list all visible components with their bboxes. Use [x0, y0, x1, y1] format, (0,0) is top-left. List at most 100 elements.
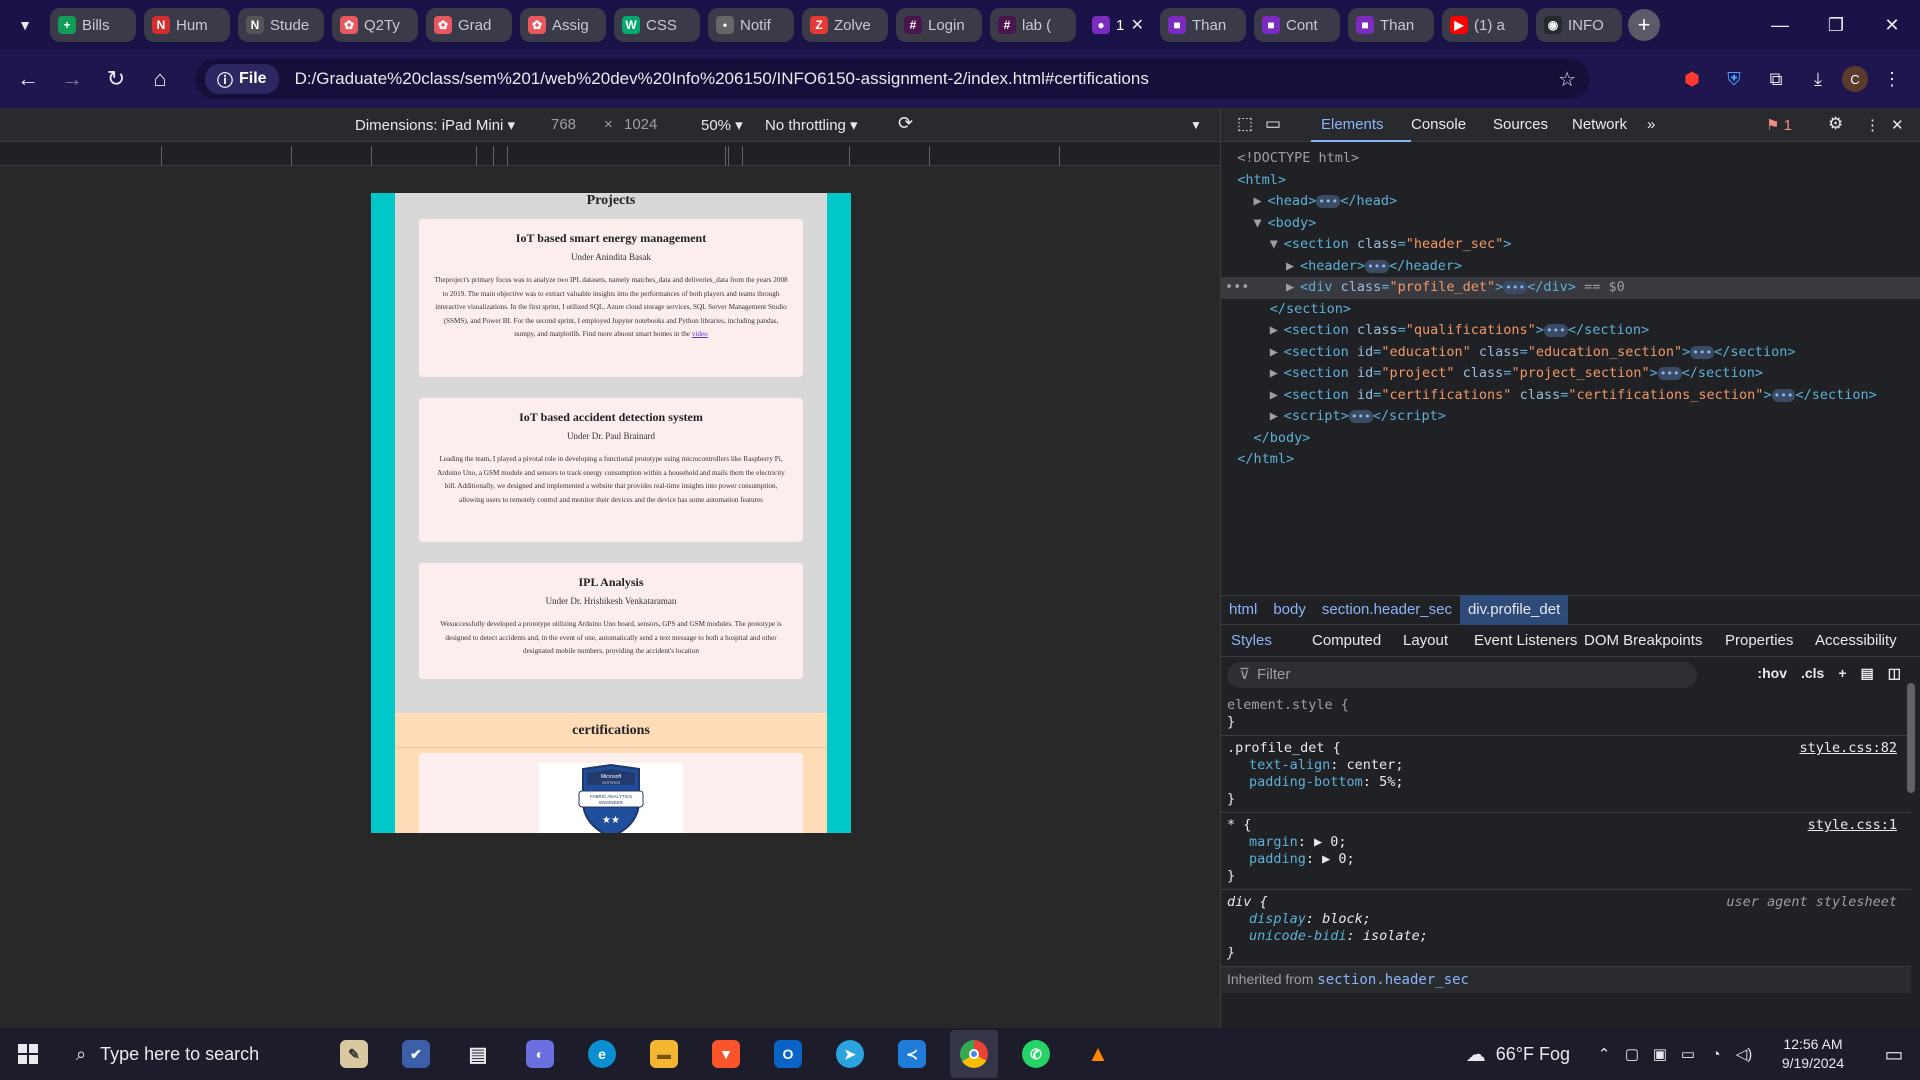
notification-center-icon[interactable]: ▭	[1868, 1042, 1920, 1067]
wifi-icon[interactable]: ◔	[1702, 1046, 1730, 1063]
cls-toggle[interactable]: .cls	[1801, 665, 1824, 682]
browser-tab[interactable]: Z Zolve	[802, 8, 888, 42]
taskbar-search[interactable]: ⌕ Type here to search	[60, 1028, 320, 1080]
video-link[interactable]: video	[692, 330, 708, 338]
browser-tab[interactable]: N Stude	[238, 8, 324, 42]
rule-source-link[interactable]: style.css:82	[1799, 740, 1897, 757]
back-icon[interactable]: ←	[6, 57, 50, 101]
close-tab-icon[interactable]: ✕	[1131, 15, 1144, 35]
media-query-ruler[interactable]	[0, 142, 1220, 166]
styles-scrollbar[interactable]	[1906, 663, 1916, 1008]
height-input[interactable]: 1024	[624, 116, 657, 133]
browser-tab[interactable]: ■ Cont	[1254, 8, 1340, 42]
css-property[interactable]: padding: ▶ 0;	[1227, 851, 1905, 868]
tab-properties[interactable]: Properties	[1725, 632, 1793, 649]
volume-icon[interactable]: ◁)	[1730, 1045, 1758, 1063]
css-property[interactable]: display: block;	[1227, 911, 1905, 928]
address-bar[interactable]: ⓘ File D:/Graduate%20class/sem%201/web%2…	[195, 59, 1590, 99]
clock[interactable]: 12:56 AM 9/19/2024	[1758, 1035, 1868, 1073]
dom-node[interactable]: </section>	[1221, 299, 1920, 321]
weather-widget[interactable]: ☁ 66°F Fog	[1466, 1042, 1570, 1067]
telegram-icon[interactable]: ➤	[826, 1030, 874, 1078]
chevron-up-icon[interactable]: ⌃	[1590, 1045, 1618, 1063]
tab-accessibility[interactable]: Accessibility	[1815, 632, 1897, 649]
style-rule[interactable]: div { user agent stylesheet display: blo…	[1221, 890, 1911, 967]
filter-input[interactable]: ⊽ Filter	[1227, 662, 1697, 688]
tab-event-listeners[interactable]: Event Listeners	[1474, 632, 1577, 649]
rule-source-link[interactable]: style.css:1	[1808, 817, 1897, 834]
copilot-icon[interactable]: ◐	[516, 1030, 564, 1078]
inherited-link[interactable]: section.header_sec	[1317, 972, 1469, 988]
browser-tab[interactable]: ✿ Assig	[520, 8, 606, 42]
paint-icon[interactable]: ▤	[1861, 665, 1874, 682]
settings-gear-icon[interactable]: ⚙	[1828, 114, 1843, 134]
dom-node[interactable]: ▶ <script> ••• </script>	[1221, 406, 1920, 428]
dom-node[interactable]: ▼ <section class="header_sec">	[1221, 234, 1920, 256]
browser-tab[interactable]: N Hum	[144, 8, 230, 42]
tab-elements[interactable]: Elements	[1321, 116, 1384, 133]
device-options-icon[interactable]: ▼	[1190, 118, 1202, 132]
dimensions-dropdown[interactable]: Dimensions: iPad Mini ▾	[355, 116, 515, 134]
tab-layout[interactable]: Layout	[1403, 632, 1448, 649]
browser-tab[interactable]: • Notif	[708, 8, 794, 42]
battery-icon[interactable]: ▭	[1674, 1045, 1702, 1063]
browser-tab[interactable]: ◉ INFO	[1536, 8, 1622, 42]
zoom-dropdown[interactable]: 50% ▾	[701, 116, 743, 134]
tab-network[interactable]: Network	[1572, 116, 1627, 133]
tab-styles[interactable]: Styles	[1231, 632, 1272, 649]
dom-node[interactable]: ▶ <header> ••• </header>	[1221, 256, 1920, 278]
crumb-html[interactable]: html	[1221, 595, 1265, 625]
browser-tab[interactable]: ✿ Q2Ty	[332, 8, 418, 42]
edge-icon[interactable]: e	[578, 1030, 626, 1078]
more-tabs-icon[interactable]: »	[1647, 116, 1655, 133]
css-property[interactable]: padding-bottom: 5%;	[1227, 774, 1905, 791]
dom-node[interactable]: ▶ <section id="education" class="educatio…	[1221, 342, 1920, 364]
extension-red-icon[interactable]: ⬢	[1674, 61, 1710, 97]
add-rule-icon[interactable]: +	[1838, 665, 1846, 682]
style-rule[interactable]: .profile_det { style.css:82 text-align: …	[1221, 736, 1911, 813]
style-rule[interactable]: element.style { }	[1221, 693, 1911, 736]
css-property[interactable]: margin: ▶ 0;	[1227, 834, 1905, 851]
minimize-icon[interactable]: —	[1752, 0, 1808, 50]
throttling-dropdown[interactable]: No throttling ▾	[765, 116, 858, 134]
site-info-chip[interactable]: ⓘ File	[205, 64, 279, 94]
dom-node[interactable]: </html>	[1221, 449, 1920, 471]
hov-toggle[interactable]: :hov	[1757, 665, 1787, 682]
dom-node[interactable]: <!DOCTYPE html>	[1221, 148, 1920, 170]
clipboard-app-icon[interactable]: ✎	[330, 1030, 378, 1078]
close-window-icon[interactable]: ✕	[1864, 0, 1920, 50]
issues-counter[interactable]: ⚑ 1	[1766, 116, 1792, 134]
start-button[interactable]	[0, 1028, 56, 1080]
width-input[interactable]: 768	[551, 116, 576, 133]
extensions-puzzle-icon[interactable]: ⧉	[1758, 61, 1794, 97]
browser-tab[interactable]: # Login	[896, 8, 982, 42]
display-icon[interactable]: ▣	[1646, 1045, 1674, 1063]
whatsapp-icon[interactable]: ✆	[1012, 1030, 1060, 1078]
outlook-icon[interactable]: O	[764, 1030, 812, 1078]
new-tab-button[interactable]: +	[1628, 9, 1660, 41]
profile-avatar[interactable]: C	[1842, 66, 1868, 92]
extension-shield-icon[interactable]: ⛨	[1716, 61, 1752, 97]
dom-node[interactable]: ▶ <section id="certifications" class="cer…	[1221, 385, 1920, 407]
dom-node[interactable]: ▶ <section class="qualifications"> ••• </se…	[1221, 320, 1920, 342]
inspect-icon[interactable]: ⬚	[1237, 114, 1253, 134]
browser-tab[interactable]: ✿ Grad	[426, 8, 512, 42]
crumb-section[interactable]: section.header_sec	[1314, 595, 1460, 625]
dom-tree[interactable]: <!DOCTYPE html> <html> ▶ <head> ••• </head>…	[1221, 142, 1920, 471]
device-toggle-icon[interactable]: ▭	[1265, 114, 1281, 134]
chrome-icon[interactable]	[950, 1030, 998, 1078]
browser-tab[interactable]: ▶ (1) a	[1442, 8, 1528, 42]
tab-dom-breakpoints[interactable]: DOM Breakpoints	[1584, 632, 1702, 649]
task-view-icon[interactable]: ▤	[454, 1030, 502, 1078]
tab-console[interactable]: Console	[1411, 116, 1466, 133]
home-icon[interactable]: ⌂	[138, 57, 182, 101]
browser-tab[interactable]: ■ Than	[1160, 8, 1246, 42]
dom-node[interactable]: </body>	[1221, 428, 1920, 450]
tab-search-button[interactable]: ▼	[0, 0, 50, 50]
vlc-icon[interactable]: ▲	[1074, 1030, 1122, 1078]
download-icon[interactable]: ⤓	[1800, 61, 1836, 97]
dom-node[interactable]: ▶ <head> ••• </head>	[1221, 191, 1920, 213]
reload-icon[interactable]: ↻	[94, 57, 138, 101]
crumb-body[interactable]: body	[1265, 595, 1314, 625]
tab-sources[interactable]: Sources	[1493, 116, 1548, 133]
